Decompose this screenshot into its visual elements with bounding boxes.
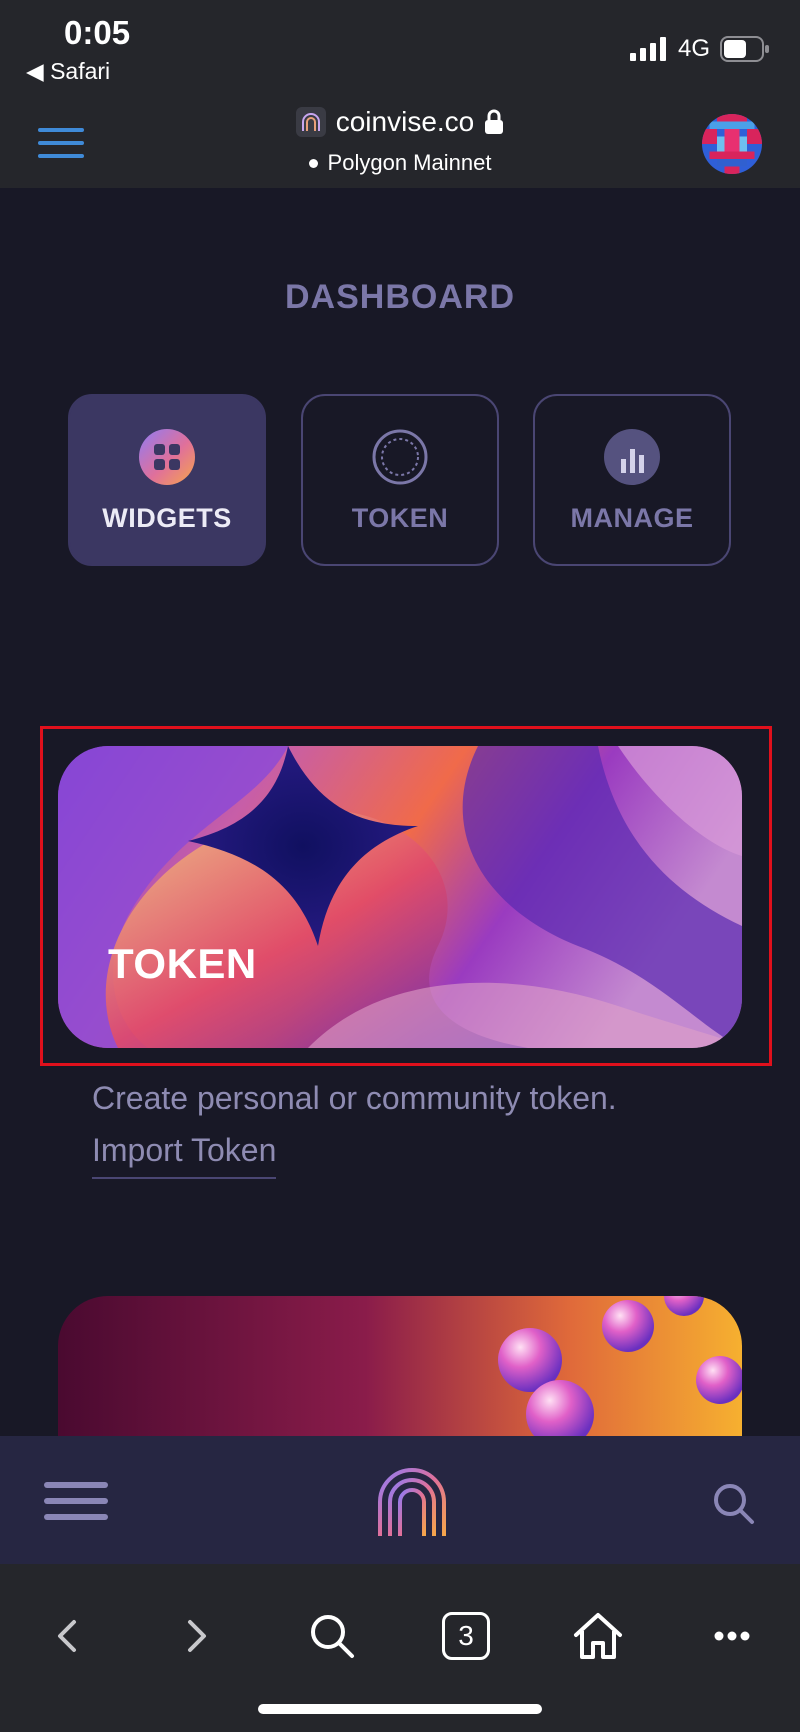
tab-label: MANAGE bbox=[570, 503, 694, 533]
status-bar: 0:05 ◀ Safari 4G bbox=[0, 0, 800, 92]
home-icon[interactable] bbox=[568, 1606, 628, 1666]
import-token-link[interactable]: Import Token bbox=[92, 1132, 277, 1179]
site-header: coinvise.co Polygon Mainnet bbox=[0, 92, 800, 188]
search-icon[interactable] bbox=[712, 1482, 756, 1526]
bar-chart-icon bbox=[604, 429, 660, 485]
battery-icon bbox=[720, 36, 769, 62]
network-status-label: Polygon Mainnet bbox=[327, 150, 492, 175]
url-bar[interactable]: coinvise.co bbox=[0, 106, 800, 138]
token-card-title: TOKEN bbox=[108, 940, 257, 987]
network-type: 4G bbox=[677, 35, 710, 62]
search-icon[interactable] bbox=[302, 1606, 362, 1666]
network-status: Polygon Mainnet bbox=[0, 150, 800, 176]
token-card-artwork bbox=[58, 746, 742, 1048]
tab-manage[interactable]: MANAGE bbox=[533, 394, 731, 566]
token-card[interactable] bbox=[58, 746, 742, 1048]
site-favicon-icon bbox=[295, 107, 326, 137]
avatar[interactable] bbox=[702, 114, 762, 174]
app-bottom-bar bbox=[0, 1436, 800, 1564]
grid-icon bbox=[139, 429, 195, 485]
more-icon[interactable] bbox=[702, 1606, 762, 1666]
url-text: coinvise.co bbox=[335, 106, 475, 137]
status-time: 0:05 bbox=[64, 14, 131, 51]
tab-label: WIDGETS bbox=[102, 503, 232, 533]
back-icon[interactable] bbox=[36, 1606, 96, 1666]
tab-token[interactable]: TOKEN bbox=[301, 394, 499, 566]
tab-widgets[interactable]: WIDGETS bbox=[68, 394, 266, 566]
home-indicator bbox=[258, 1704, 542, 1714]
coinvise-logo-icon[interactable] bbox=[376, 1466, 448, 1538]
tabs-count: 3 bbox=[442, 1612, 490, 1660]
token-description: Create personal or community token. bbox=[92, 1080, 617, 1116]
page-title: DASHBOARD bbox=[285, 278, 515, 316]
back-to-safari[interactable]: ◀ Safari bbox=[26, 58, 110, 85]
status-indicators: 4G bbox=[629, 34, 770, 64]
coin-icon bbox=[372, 429, 428, 485]
hamburger-icon[interactable] bbox=[44, 1482, 108, 1522]
tabs-icon[interactable]: 3 bbox=[436, 1606, 496, 1666]
forward-icon[interactable] bbox=[168, 1606, 228, 1666]
tab-label: TOKEN bbox=[351, 503, 449, 533]
lock-icon bbox=[485, 109, 504, 134]
signal-icon bbox=[629, 37, 666, 61]
network-dot-icon bbox=[308, 158, 318, 168]
